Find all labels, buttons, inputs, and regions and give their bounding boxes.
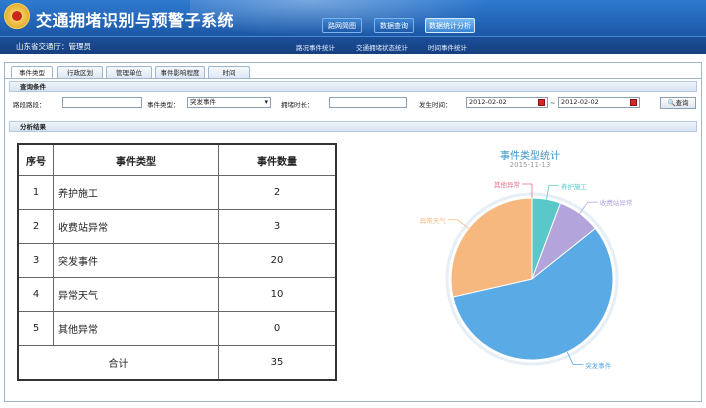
tab-divider bbox=[5, 78, 701, 79]
query-button-label: 查询 bbox=[675, 99, 689, 107]
end-date-input[interactable]: 2012-02-02 bbox=[558, 97, 640, 108]
emblem-icon bbox=[4, 3, 30, 29]
calendar-icon[interactable] bbox=[538, 99, 545, 106]
subnav-congestion-status[interactable]: 交通拥堵状态统计 bbox=[356, 42, 408, 52]
col-header-count: 事件数量 bbox=[218, 143, 337, 176]
query-button[interactable]: 🔍查询 bbox=[660, 97, 696, 109]
event-type-label: 事件类型： bbox=[147, 101, 180, 109]
pie-chart-svg bbox=[445, 183, 619, 366]
pie-label-0: 养护施工 bbox=[560, 182, 587, 191]
table-row: 3 突发事件 20 bbox=[17, 243, 337, 278]
start-date-value: 2012-02-02 bbox=[469, 98, 507, 106]
tab-admin-region[interactable]: 行政区划 bbox=[57, 66, 103, 78]
results-section-title: 分析结果 bbox=[9, 121, 697, 132]
date-separator: ~ bbox=[550, 99, 556, 107]
road-label: 路段路段： bbox=[13, 101, 46, 109]
table-row: 2 收费站异常 3 bbox=[17, 209, 337, 244]
duration-input[interactable] bbox=[329, 97, 407, 108]
pie-chart: 事件类型统计 2015-11-13 养护施工 收费站异常 突发事件 异常天气 其他异常 bbox=[365, 143, 695, 398]
results-table: 序号 事件类型 事件数量 1 养护施工 2 2 收费站异常 3 3 突发事件 2… bbox=[17, 143, 337, 381]
row-type: 收费站异常 bbox=[53, 209, 219, 244]
calendar-icon[interactable] bbox=[630, 99, 637, 106]
table-row: 1 养护施工 2 bbox=[17, 175, 337, 210]
row-no: 4 bbox=[17, 277, 54, 312]
table-row: 4 异常天气 10 bbox=[17, 277, 337, 312]
tab-management-unit[interactable]: 管理单位 bbox=[106, 66, 152, 78]
col-header-no: 序号 bbox=[17, 143, 54, 176]
subnav-time-events[interactable]: 时间事件统计 bbox=[428, 42, 467, 52]
row-count: 0 bbox=[218, 311, 337, 346]
duration-label: 拥堵时长： bbox=[281, 101, 314, 109]
user-info: 山东省交通厅：管理员 bbox=[16, 42, 91, 51]
emblem-center bbox=[11, 10, 23, 22]
time-label: 发生时间： bbox=[419, 101, 452, 109]
pie-label-1: 收费站异常 bbox=[599, 199, 633, 208]
pie-slice-3 bbox=[450, 197, 533, 298]
subnav-road-events[interactable]: 路况事件统计 bbox=[296, 42, 335, 52]
nav-data-query[interactable]: 数据查询 bbox=[374, 18, 414, 33]
query-section-title: 查询条件 bbox=[9, 81, 697, 92]
row-count: 10 bbox=[218, 277, 337, 312]
row-no: 5 bbox=[17, 311, 54, 346]
nav-road-map[interactable]: 路网简图 bbox=[322, 18, 362, 33]
pie-label-4: 其他异常 bbox=[494, 181, 520, 189]
sub-bar: 山东省交通厅：管理员 路况事件统计 交通拥堵状态统计 时间事件统计 bbox=[0, 36, 706, 54]
row-count: 2 bbox=[218, 175, 337, 210]
row-no: 1 bbox=[17, 175, 54, 210]
header-banner: 交通拥堵识别与预警子系统 路网简图 数据查询 数据统计分析 bbox=[0, 0, 706, 36]
tab-time[interactable]: 时间 bbox=[208, 66, 250, 78]
total-value: 35 bbox=[218, 345, 337, 381]
pie-label-2: 突发事件 bbox=[585, 361, 612, 370]
row-type: 突发事件 bbox=[53, 243, 219, 278]
row-type: 异常天气 bbox=[53, 277, 219, 312]
row-count: 3 bbox=[218, 209, 337, 244]
row-count: 20 bbox=[218, 243, 337, 278]
row-type: 养护施工 bbox=[53, 175, 219, 210]
main-panel: 事件类型 行政区划 管理单位 事件影响程度 时间 查询条件 路段路段： 事件类型… bbox=[4, 62, 702, 402]
total-label: 合计 bbox=[17, 345, 219, 381]
search-icon: 🔍 bbox=[667, 99, 676, 107]
tab-impact-level[interactable]: 事件影响程度 bbox=[155, 66, 205, 78]
event-type-select[interactable]: 突发事件 ▾ bbox=[187, 97, 271, 108]
nav-data-analysis[interactable]: 数据统计分析 bbox=[425, 18, 475, 33]
end-date-value: 2012-02-02 bbox=[561, 98, 599, 106]
pie-label-3: 异常天气 bbox=[419, 216, 446, 225]
road-input[interactable] bbox=[62, 97, 142, 108]
table-header-row: 序号 事件类型 事件数量 bbox=[17, 143, 337, 176]
app-title: 交通拥堵识别与预警子系统 bbox=[36, 11, 235, 30]
start-date-input[interactable]: 2012-02-02 bbox=[466, 97, 548, 108]
table-total-row: 合计 35 bbox=[17, 345, 337, 381]
col-header-type: 事件类型 bbox=[53, 143, 219, 176]
event-type-value: 突发事件 bbox=[190, 98, 216, 106]
row-no: 2 bbox=[17, 209, 54, 244]
chevron-down-icon: ▾ bbox=[264, 98, 268, 106]
table-row: 5 其他异常 0 bbox=[17, 311, 337, 346]
row-no: 3 bbox=[17, 243, 54, 278]
row-type: 其他异常 bbox=[53, 311, 219, 346]
